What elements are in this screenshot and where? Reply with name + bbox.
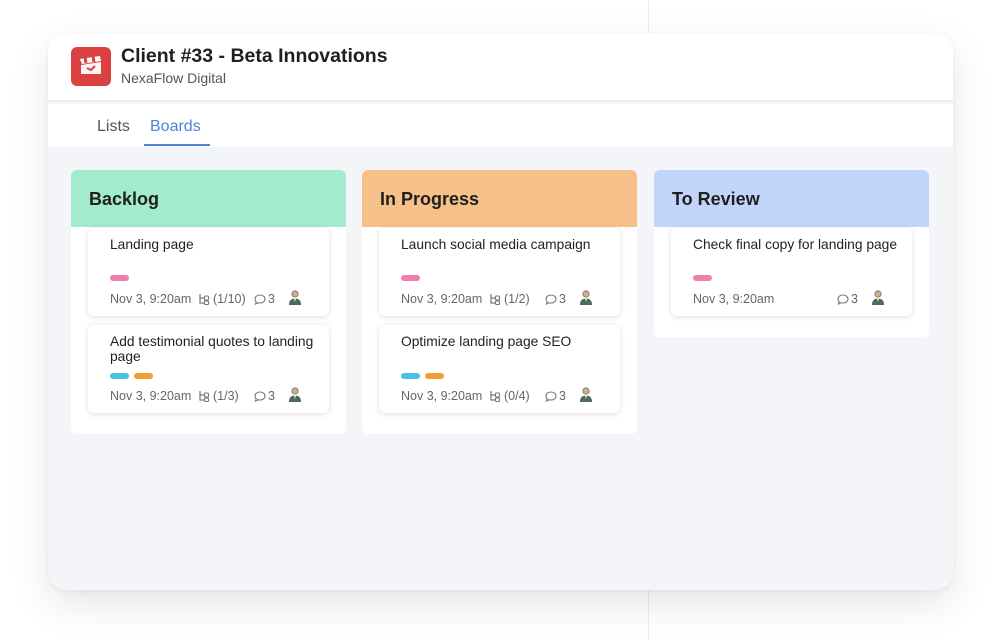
subtasks-count: (0/4) bbox=[489, 389, 530, 403]
task-card[interactable]: Add testimonial quotes to landing page N… bbox=[88, 325, 329, 413]
card-title: Check final copy for landing page bbox=[693, 237, 898, 252]
comments-label: 3 bbox=[559, 389, 566, 403]
comments-count[interactable]: 3 bbox=[254, 292, 275, 306]
subtasks-icon bbox=[490, 294, 501, 305]
comments-count[interactable]: 3 bbox=[254, 389, 275, 403]
comment-icon bbox=[837, 293, 849, 305]
subtasks-icon bbox=[490, 391, 501, 402]
card-date: Nov 3, 9:20am bbox=[110, 389, 192, 403]
client-header: Client #33 - Beta Innovations NexaFlow D… bbox=[48, 33, 953, 102]
subtasks-icon bbox=[199, 391, 210, 402]
card-date: Nov 3, 9:20am bbox=[693, 292, 775, 306]
comments-count[interactable]: 3 bbox=[545, 389, 566, 403]
subtasks-icon bbox=[199, 294, 210, 305]
page-title: Client #33 - Beta Innovations bbox=[121, 45, 388, 67]
column-title: In Progress bbox=[380, 189, 480, 209]
subtasks-count: (1/2) bbox=[489, 292, 530, 306]
subtasks-label: (1/2) bbox=[504, 292, 530, 306]
user-avatar-icon[interactable] bbox=[288, 386, 302, 402]
task-card[interactable]: Optimize landing page SEO Nov 3, 9:20am … bbox=[379, 325, 620, 413]
label-tag bbox=[134, 373, 153, 379]
label-tag bbox=[401, 275, 420, 281]
label-tag bbox=[110, 275, 129, 281]
app-window: Client #33 - Beta Innovations NexaFlow D… bbox=[48, 33, 953, 590]
column-header-backlog: Backlog bbox=[71, 170, 346, 227]
card-title: Add testimonial quotes to landing page bbox=[110, 334, 314, 364]
column-backlog: Backlog Landing page Nov 3, 9:20am (1/10… bbox=[71, 170, 346, 434]
user-avatar-icon[interactable] bbox=[288, 289, 302, 305]
user-avatar-icon[interactable] bbox=[579, 386, 593, 402]
comment-icon bbox=[254, 390, 266, 402]
subtasks-label: (1/3) bbox=[213, 389, 239, 403]
comments-label: 3 bbox=[268, 389, 275, 403]
task-card[interactable]: Launch social media campaign Nov 3, 9:20… bbox=[379, 228, 620, 316]
card-title: Optimize landing page SEO bbox=[401, 334, 572, 349]
view-tabs: Lists Boards bbox=[48, 104, 953, 147]
comments-count[interactable]: 3 bbox=[837, 292, 858, 306]
label-tag bbox=[401, 373, 420, 379]
card-date: Nov 3, 9:20am bbox=[401, 292, 483, 306]
column-title: To Review bbox=[672, 189, 760, 209]
subtasks-count: (1/10) bbox=[198, 292, 246, 306]
card-title: Launch social media campaign bbox=[401, 237, 591, 252]
column-to-review: To Review Check final copy for landing p… bbox=[654, 170, 929, 337]
page-subtitle: NexaFlow Digital bbox=[121, 70, 227, 86]
task-card[interactable]: Landing page Nov 3, 9:20am (1/10) 3 bbox=[88, 228, 329, 316]
column-header-to-review: To Review bbox=[654, 170, 929, 227]
client-logo-icon bbox=[71, 47, 111, 86]
tab-boards[interactable]: Boards bbox=[150, 118, 201, 136]
column-in-progress: In Progress Launch social media campaign… bbox=[362, 170, 637, 434]
comment-icon bbox=[545, 390, 557, 402]
task-card[interactable]: Check final copy for landing page Nov 3,… bbox=[671, 228, 912, 316]
column-header-in-progress: In Progress bbox=[362, 170, 637, 227]
subtasks-label: (0/4) bbox=[504, 389, 530, 403]
card-title: Landing page bbox=[110, 237, 194, 252]
column-title: Backlog bbox=[89, 189, 160, 209]
comment-icon bbox=[545, 293, 557, 305]
label-tag bbox=[693, 275, 712, 281]
comments-label: 3 bbox=[851, 292, 858, 306]
subtasks-label: (1/10) bbox=[213, 292, 246, 306]
label-tag bbox=[425, 373, 444, 379]
comments-count[interactable]: 3 bbox=[545, 292, 566, 306]
comments-label: 3 bbox=[268, 292, 275, 306]
user-avatar-icon[interactable] bbox=[871, 289, 885, 305]
label-tag bbox=[110, 373, 129, 379]
comments-label: 3 bbox=[559, 292, 566, 306]
active-tab-indicator bbox=[144, 144, 210, 146]
comment-icon bbox=[254, 293, 266, 305]
card-date: Nov 3, 9:20am bbox=[110, 292, 192, 306]
tab-lists[interactable]: Lists bbox=[97, 118, 130, 136]
card-date: Nov 3, 9:20am bbox=[401, 389, 483, 403]
subtasks-count: (1/3) bbox=[198, 389, 239, 403]
user-avatar-icon[interactable] bbox=[579, 289, 593, 305]
